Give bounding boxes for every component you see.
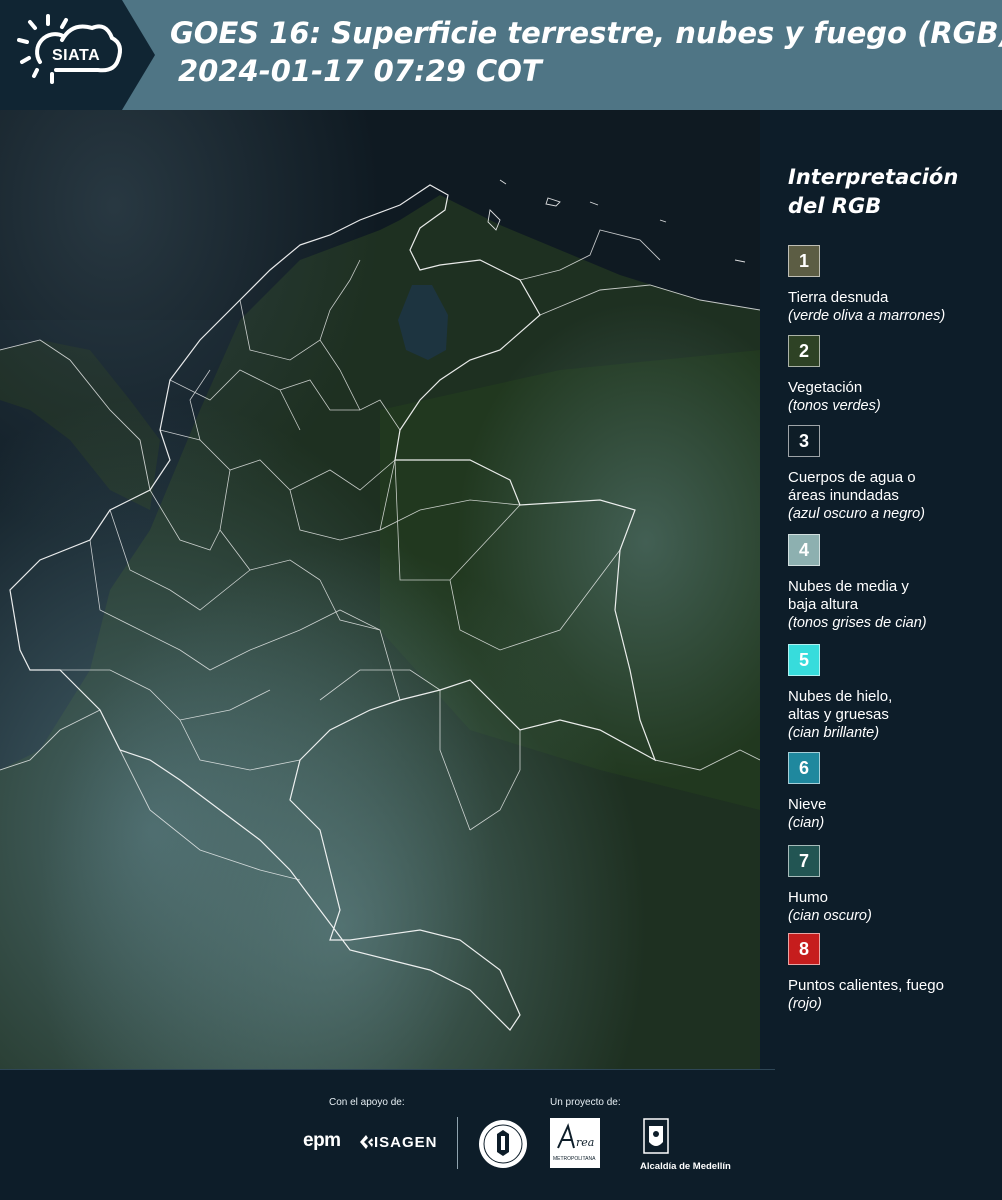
medellin-coat-of-arms-icon (643, 1118, 669, 1154)
legend-item: 3 Cuerpos de agua o áreas inundadas (azu… (788, 425, 998, 523)
university-seal-icon (479, 1120, 527, 1168)
legend-swatch: 6 (788, 752, 820, 784)
legend-label: Puntos calientes, fuego (788, 977, 998, 995)
legend-label-line: Nieve (788, 796, 827, 813)
legend-item: 2 Vegetación (tonos verdes) (788, 335, 998, 415)
legend-item: 8 Puntos calientes, fuego (rojo) (788, 933, 998, 1013)
legend-label: Nubes de media y baja altura (788, 578, 998, 614)
satellite-image (0, 110, 760, 1070)
legend-title: Interpretación del RGB (788, 163, 998, 221)
legend-description: (cian) (788, 815, 825, 831)
header-bar: SIATA GOES 16: Superficie terrestre, nub… (0, 0, 1002, 110)
legend-description: (azul oscuro a negro) (788, 506, 926, 522)
title-timestamp: 2024-01-17 07:29 COT (178, 54, 542, 88)
legend-description: (cian brillante) (788, 725, 880, 741)
legend-label-line: Cuerpos de agua o (788, 469, 916, 486)
rgb-legend: Interpretación del RGB (788, 163, 998, 243)
legend-title-line2: del RGB (788, 194, 882, 218)
legend-label: Tierra desnuda (788, 289, 998, 307)
title-product: GOES 16: Superficie terrestre, nubes y f… (170, 16, 1002, 50)
legend-item: 4 Nubes de media y baja altura (tonos gr… (788, 534, 998, 632)
svg-text:rea: rea (576, 1136, 594, 1149)
legend-label-line: Vegetación (788, 379, 863, 396)
legend-label-line: Nubes de hielo, (788, 688, 893, 705)
legend-swatch: 4 (788, 534, 820, 566)
legend-number: 5 (798, 649, 809, 670)
isagen-logo-icon (360, 1135, 373, 1149)
legend-label-line: Nubes de media y (788, 578, 909, 595)
legend-item: 7 Humo (cian oscuro) (788, 845, 998, 925)
legend-description: (cian oscuro) (788, 908, 872, 924)
legend-item: 5 Nubes de hielo, altas y gruesas (cian … (788, 644, 998, 742)
satellite-map[interactable] (0, 110, 760, 1070)
project-label: Un proyecto de: (550, 1097, 621, 1108)
legend-swatch: 7 (788, 845, 820, 877)
isagen-logo: ISAGEN (374, 1134, 438, 1151)
legend-description: (rojo) (788, 996, 822, 1012)
legend-swatch: 2 (788, 335, 820, 367)
logo-panel: SIATA (0, 0, 155, 110)
legend-number: 3 (798, 430, 809, 451)
support-label: Con el apoyo de: (329, 1097, 405, 1108)
epm-logo: epm (303, 1130, 341, 1151)
legend-label: Nieve (788, 796, 998, 814)
legend-swatch: 1 (788, 245, 820, 277)
footer-divider (0, 1069, 775, 1070)
legend-label-line: Puntos calientes, fuego (788, 977, 944, 994)
legend-label-line: áreas inundadas (788, 487, 899, 504)
legend-swatch: 3 (788, 425, 820, 457)
legend-number: 1 (798, 250, 809, 271)
legend-label-line: Tierra desnuda (788, 289, 889, 306)
legend-title-line1: Interpretación (788, 165, 959, 189)
legend-number: 2 (798, 340, 809, 361)
legend-label: Nubes de hielo, altas y gruesas (788, 688, 998, 724)
legend-label: Cuerpos de agua o áreas inundadas (788, 469, 998, 505)
legend-description: (tonos grises de cian) (788, 615, 927, 631)
legend-label: Vegetación (788, 379, 998, 397)
area-metropolitana-text: METROPOLITANA (553, 1156, 596, 1162)
legend-label: Humo (788, 889, 998, 907)
legend-swatch: 5 (788, 644, 820, 676)
legend-description: (tonos verdes) (788, 398, 881, 414)
legend-item: 1 Tierra desnuda (verde oliva a marrones… (788, 245, 998, 325)
legend-swatch: 8 (788, 933, 820, 965)
page-title: GOES 16: Superficie terrestre, nubes y f… (170, 14, 1002, 90)
legend-number: 4 (798, 539, 809, 560)
legend-label-line: altas y gruesas (788, 706, 889, 723)
legend-description: (verde oliva a marrones) (788, 308, 946, 324)
logo-text: SIATA (52, 47, 101, 64)
legend-label-line: baja altura (788, 596, 859, 613)
legend-number: 8 (798, 938, 809, 959)
footer-vertical-divider (457, 1117, 458, 1169)
area-metropolitana-logo-icon: rea METROPOLITANA (550, 1118, 600, 1168)
legend-label-line: Humo (788, 889, 829, 906)
legend-number: 7 (798, 850, 809, 871)
legend-item: 6 Nieve (cian) (788, 752, 998, 832)
legend-number: 6 (798, 757, 809, 778)
alcaldia-medellin-logo: Alcaldía de Medellín (640, 1161, 731, 1172)
